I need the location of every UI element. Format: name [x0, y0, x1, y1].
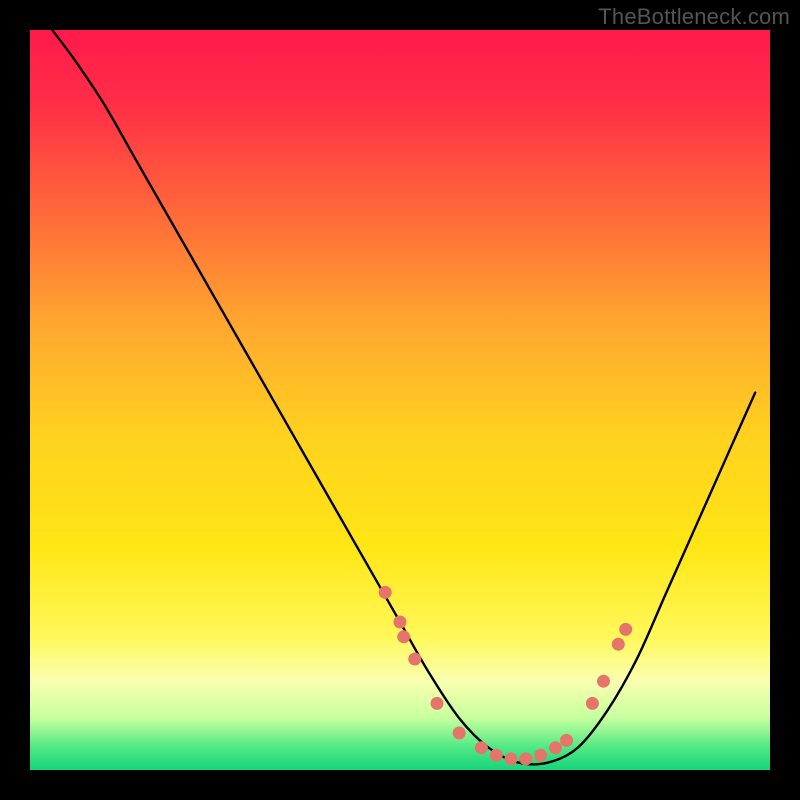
highlight-dot	[519, 752, 532, 765]
highlight-dot	[475, 741, 488, 754]
highlight-dot	[505, 752, 518, 765]
highlight-dot	[453, 727, 466, 740]
highlight-dot	[394, 616, 407, 629]
gradient-background	[30, 30, 770, 770]
highlight-dot	[397, 630, 410, 643]
highlight-dot	[549, 741, 562, 754]
highlight-dot	[586, 697, 599, 710]
highlight-dot	[619, 623, 632, 636]
highlight-dot	[612, 638, 625, 651]
highlight-dot	[379, 586, 392, 599]
highlight-dot	[597, 675, 610, 688]
highlight-dot	[408, 653, 421, 666]
highlight-dot	[431, 697, 444, 710]
chart-frame: TheBottleneck.com	[0, 0, 800, 800]
highlight-dot	[560, 734, 573, 747]
highlight-dot	[490, 749, 503, 762]
highlight-dot	[534, 749, 547, 762]
watermark-text: TheBottleneck.com	[598, 4, 790, 30]
chart-plot	[30, 30, 770, 770]
